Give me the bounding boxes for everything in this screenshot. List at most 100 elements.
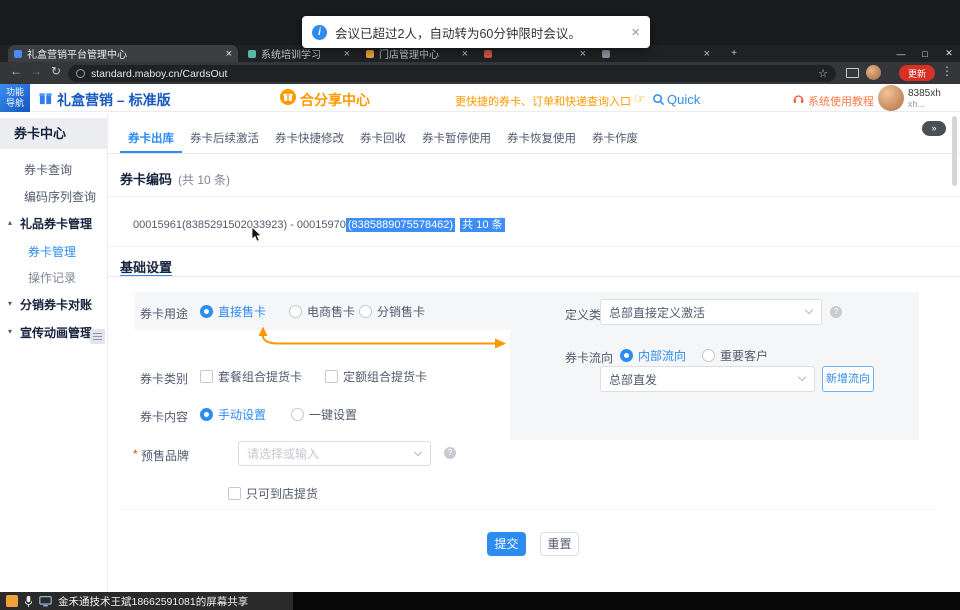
define-type-select[interactable]: 总部直接定义激活 bbox=[600, 299, 822, 325]
category-label: 券卡类别 bbox=[140, 370, 188, 387]
sidebar-title[interactable]: 券卡中心 bbox=[0, 118, 107, 149]
basic-settings-title: 基础设置 bbox=[120, 257, 172, 276]
tab-close-icon[interactable]: × bbox=[226, 48, 232, 60]
radio-direct-sale[interactable]: 直接售卡 bbox=[200, 303, 266, 319]
username-sub: xh... bbox=[908, 99, 925, 109]
radio-label: 分销售卡 bbox=[377, 303, 425, 320]
nav-logo[interactable]: 功能 导航 bbox=[0, 84, 30, 112]
tab-close-icon[interactable]: × bbox=[344, 48, 350, 60]
scrollbar[interactable] bbox=[952, 116, 957, 186]
cast-icon[interactable] bbox=[846, 68, 859, 78]
sidebar-group-promo-animation[interactable]: 宣传动画管理 bbox=[20, 324, 92, 341]
logo-line1: 功能 bbox=[0, 87, 30, 98]
add-flow-button[interactable]: 新增流向 bbox=[822, 366, 874, 392]
browser-update-badge[interactable]: 更新 bbox=[899, 65, 935, 81]
username: 8385xh bbox=[908, 88, 941, 99]
quick-search-link[interactable]: Quick bbox=[667, 92, 700, 107]
window-maximize-button[interactable]: □ bbox=[914, 45, 936, 62]
brand-gift-icon bbox=[38, 90, 53, 105]
sidebar-item-code-sequence-query[interactable]: 编码序列查询 bbox=[24, 188, 96, 205]
checkbox-icon bbox=[200, 370, 213, 383]
checkbox-icon bbox=[228, 487, 241, 500]
forward-icon[interactable]: → bbox=[28, 64, 44, 78]
brand-placeholder: 请选择或输入 bbox=[247, 445, 319, 462]
chevron-down-icon bbox=[805, 306, 813, 314]
divider bbox=[107, 196, 960, 197]
radio-icon bbox=[702, 349, 715, 362]
info-icon[interactable]: ? bbox=[444, 447, 456, 459]
sidebar-item-card-mgmt-active[interactable]: 券卡管理 bbox=[28, 243, 76, 260]
screen-share-icon bbox=[39, 596, 52, 607]
window-minimize-button[interactable]: — bbox=[890, 45, 912, 62]
sidebar-group-distribution[interactable]: 分销券卡对账 bbox=[20, 296, 92, 313]
search-icon bbox=[652, 93, 665, 106]
checkbox-store-pickup-only[interactable]: 只可到店提货 bbox=[228, 485, 318, 501]
required-mark: * bbox=[133, 447, 138, 461]
sidebar-item-operation-log[interactable]: 操作记录 bbox=[28, 269, 76, 286]
tab-card-recycle[interactable]: 券卡回收 bbox=[352, 125, 414, 153]
favicon bbox=[484, 50, 492, 58]
window-close-button[interactable]: ✕ bbox=[938, 45, 960, 62]
divider bbox=[107, 276, 960, 277]
flow-label: 券卡流向 bbox=[565, 349, 613, 366]
site-info-icon[interactable] bbox=[76, 69, 85, 78]
tab-card-void[interactable]: 券卡作废 bbox=[584, 125, 646, 153]
tab-close-icon[interactable]: × bbox=[704, 48, 710, 60]
code-range-plain: 00015961(8385291502033923) - 00015970 bbox=[133, 219, 346, 231]
user-avatar[interactable] bbox=[878, 85, 904, 111]
url-field[interactable]: standard.maboy.cn/CardsOut ☆ bbox=[68, 65, 836, 82]
reload-icon[interactable]: ↻ bbox=[48, 64, 64, 78]
radio-manual-setup[interactable]: 手动设置 bbox=[200, 406, 266, 422]
card-function-tabs: 券卡出库 券卡后续激活 券卡快捷修改 券卡回收 券卡暂停使用 券卡恢复使用 券卡… bbox=[120, 125, 646, 153]
card-codes-count: (共 10 条) bbox=[178, 173, 230, 187]
logo-line2: 导航 bbox=[0, 98, 30, 109]
browser-menu-icon[interactable]: ⋮ bbox=[941, 64, 953, 78]
toast-message: 会议已超过2人，自动转为60分钟限时会议。 bbox=[335, 23, 581, 42]
tab-close-icon[interactable]: × bbox=[462, 48, 468, 60]
panel-collapse-button[interactable]: » bbox=[922, 121, 946, 136]
url-text[interactable]: standard.maboy.cn/CardsOut bbox=[91, 68, 227, 80]
tab-card-followup-activate[interactable]: 券卡后续激活 bbox=[182, 125, 267, 153]
chevron-down-icon bbox=[414, 447, 422, 455]
radio-icon bbox=[291, 408, 304, 421]
share-user-avatar bbox=[6, 595, 18, 607]
toast-close-icon[interactable]: × bbox=[631, 25, 640, 40]
screen-share-info: 金禾通技术王斌18662591081的屏幕共享 bbox=[0, 592, 293, 610]
info-icon[interactable]: ? bbox=[830, 306, 842, 318]
browser-profile-avatar[interactable] bbox=[866, 65, 881, 80]
define-type-value: 总部直接定义激活 bbox=[609, 304, 705, 321]
sidebar-collapse-handle[interactable] bbox=[90, 329, 105, 344]
card-codes-heading: 券卡编码(共 10 条) bbox=[120, 169, 230, 188]
checkbox-package-combo-card[interactable]: 套餐组合提货卡 bbox=[200, 368, 302, 384]
radio-one-click-setup[interactable]: 一键设置 bbox=[291, 406, 357, 422]
sidebar-divider bbox=[107, 112, 108, 592]
sidebar-group-gift-card-mgmt[interactable]: 礼品券卡管理 bbox=[20, 215, 92, 232]
tab-card-outbound[interactable]: 券卡出库 bbox=[120, 125, 182, 153]
radio-distribution-sale[interactable]: 分销售卡 bbox=[359, 303, 425, 319]
flow-select[interactable]: 总部直发 bbox=[600, 366, 815, 392]
browser-tab-title: 系统培训学习 bbox=[261, 46, 339, 61]
radio-internal-flow[interactable]: 内部流向 bbox=[620, 347, 686, 363]
submit-button[interactable]: 提交 bbox=[487, 532, 526, 556]
radio-vip-customer[interactable]: 重要客户 bbox=[702, 347, 768, 363]
browser-tab-active[interactable]: 礼盒营销平台管理中心 × bbox=[8, 45, 238, 62]
checkbox-label: 定额组合提货卡 bbox=[343, 368, 427, 385]
checkbox-fixed-amount-combo-card[interactable]: 定额组合提货卡 bbox=[325, 368, 427, 384]
tab-card-quick-edit[interactable]: 券卡快捷修改 bbox=[267, 125, 352, 153]
bookmark-star-icon[interactable]: ☆ bbox=[818, 67, 828, 80]
tab-close-icon[interactable]: × bbox=[580, 48, 586, 60]
tab-card-suspend[interactable]: 券卡暂停使用 bbox=[414, 125, 499, 153]
new-tab-button[interactable]: + bbox=[724, 45, 744, 62]
brand-select[interactable]: 请选择或输入 bbox=[238, 441, 431, 466]
radio-ecommerce-sale[interactable]: 电商售卡 bbox=[289, 303, 355, 319]
share-center-icon bbox=[280, 89, 296, 105]
code-range-selected: (8385889075578462) bbox=[346, 218, 455, 232]
reset-button[interactable]: 重置 bbox=[540, 532, 579, 556]
sidebar-item-card-query[interactable]: 券卡查询 bbox=[24, 161, 72, 178]
share-center-link[interactable]: 合分享中心 bbox=[300, 90, 370, 110]
back-icon[interactable]: ← bbox=[8, 64, 24, 78]
tutorial-link[interactable]: 系统使用教程 bbox=[808, 93, 874, 109]
tab-card-restore[interactable]: 券卡恢复使用 bbox=[499, 125, 584, 153]
microphone-icon[interactable] bbox=[24, 595, 33, 608]
radio-selected-icon bbox=[200, 408, 213, 421]
